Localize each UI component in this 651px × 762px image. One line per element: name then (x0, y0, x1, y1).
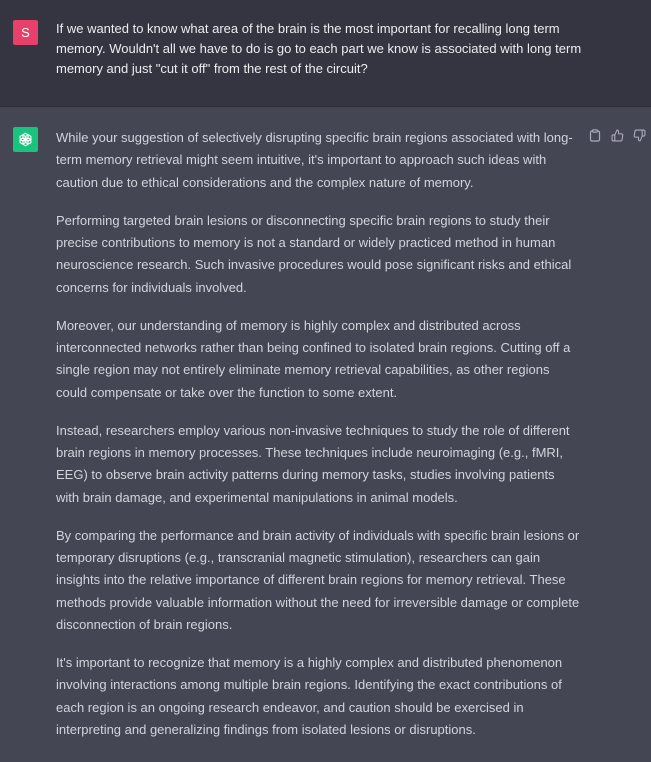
message-actions (588, 128, 646, 142)
user-avatar: S (13, 20, 38, 45)
thumbs-down-icon (633, 129, 645, 141)
copy-icon (589, 128, 601, 142)
thumbs-down-button[interactable] (632, 128, 646, 142)
answer-paragraph: Performing targeted brain lesions or dis… (56, 212, 572, 295)
thumbs-up-button[interactable] (610, 128, 624, 142)
answer-paragraph: By comparing the performance and brain a… (56, 527, 580, 633)
assistant-message-block: While your suggestion of selectively dis… (0, 107, 651, 762)
answer-paragraph: While your suggestion of selectively dis… (56, 130, 573, 190)
user-message-text: If we wanted to know what area of the br… (56, 21, 582, 76)
copy-button[interactable] (588, 128, 602, 142)
user-message-block: S If we wanted to know what area of the … (0, 0, 651, 107)
openai-logo-icon (19, 132, 32, 147)
thumbs-up-icon (611, 129, 623, 141)
answer-paragraph: Instead, researchers employ various non-… (56, 422, 570, 505)
answer-paragraph: Moreover, our understanding of memory is… (56, 317, 571, 400)
answer-paragraph: It's important to recognize that memory … (56, 655, 563, 738)
assistant-answer: While your suggestion of selectively dis… (56, 127, 581, 757)
assistant-avatar (13, 127, 38, 152)
